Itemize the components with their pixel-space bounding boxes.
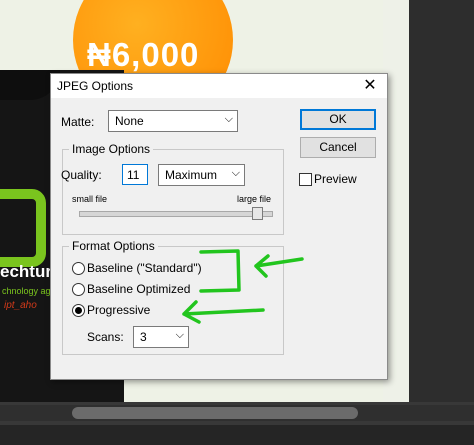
radio-label-baseline-standard[interactable]: Baseline ("Standard") [87, 261, 202, 275]
quality-preset-value: Maximum [165, 168, 218, 182]
brand-name: echtur [0, 262, 52, 281]
cancel-button[interactable]: Cancel [300, 137, 376, 158]
chevron-down-icon: ⌵ [224, 113, 233, 125]
ok-button[interactable]: OK [300, 109, 376, 130]
title-bar[interactable]: JPEG Options ✕ [51, 74, 387, 98]
status-strip [0, 425, 474, 445]
brand-signature: ipt_aho [4, 300, 37, 311]
image-options-legend: Image Options [69, 142, 154, 156]
quality-label: Quality: [61, 168, 102, 182]
brand-logo [0, 189, 46, 267]
scans-label: Scans: [87, 330, 124, 344]
quality-input[interactable]: 11 [122, 164, 148, 185]
quality-value: 11 [127, 168, 140, 182]
matte-label: Matte: [61, 115, 95, 129]
scans-select[interactable]: 3 ⌵ [133, 326, 189, 348]
radio-baseline-optimized[interactable] [72, 283, 85, 296]
price-text: ₦6,000 [87, 36, 200, 73]
matte-value: None [115, 114, 144, 128]
slider-max-label: large file [237, 194, 272, 204]
preview-checkbox[interactable] [299, 173, 312, 186]
close-icon[interactable]: ✕ [359, 76, 381, 96]
right-panel [409, 0, 474, 402]
radio-label-progressive[interactable]: Progressive [87, 303, 150, 317]
jpeg-options-dialog: JPEG Options ✕ Matte: None ⌵ Image Optio… [50, 73, 388, 380]
chevron-down-icon: ⌵ [231, 167, 240, 179]
chevron-down-icon: ⌵ [175, 329, 184, 341]
quality-slider-thumb[interactable] [252, 207, 264, 220]
quality-preset-select[interactable]: Maximum ⌵ [158, 164, 245, 186]
preview-label[interactable]: Preview [314, 172, 357, 186]
dialog-title: JPEG Options [57, 79, 134, 93]
radio-progressive[interactable] [72, 304, 85, 317]
format-options-legend: Format Options [69, 239, 158, 253]
matte-select[interactable]: None ⌵ [108, 110, 238, 132]
image-options-group: Image Options [62, 142, 284, 235]
scrollbar-thumb[interactable] [72, 407, 358, 419]
slider-min-label: small file [72, 194, 108, 204]
quality-slider-track[interactable] [79, 211, 273, 217]
radio-baseline-standard[interactable] [72, 262, 85, 275]
scans-value: 3 [140, 330, 147, 344]
radio-label-baseline-optimized[interactable]: Baseline Optimized [87, 282, 190, 296]
